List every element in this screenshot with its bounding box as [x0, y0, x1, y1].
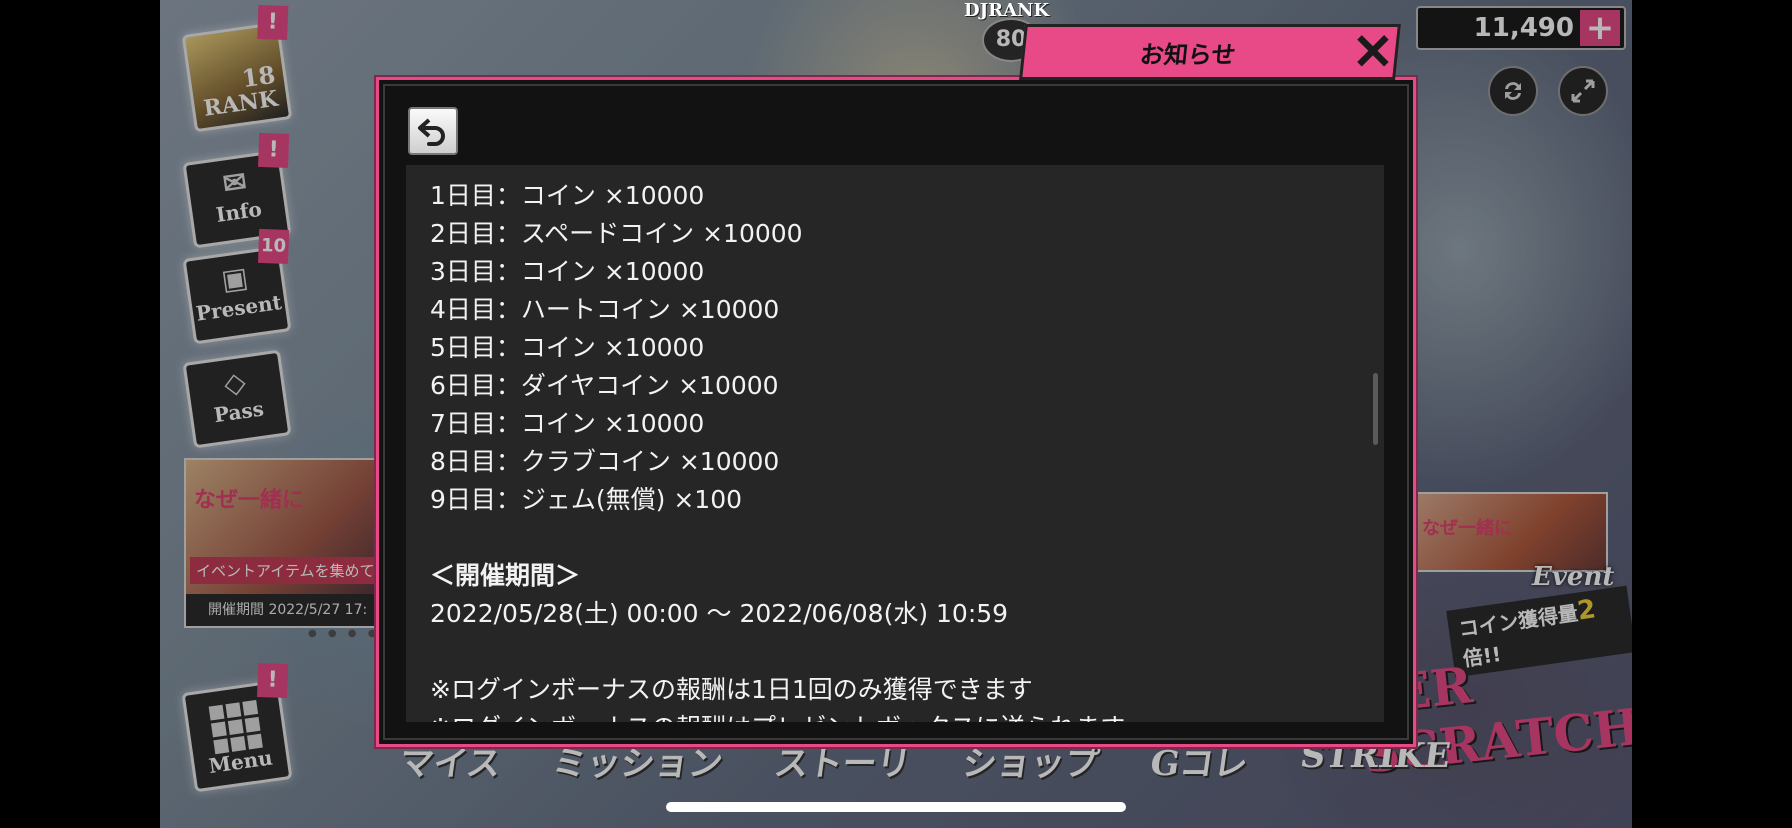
reward-line-day2: 2日目：スペードコイン ×10000	[430, 219, 803, 248]
reward-line-day4: 4日目：ハートコイン ×10000	[430, 295, 780, 324]
reward-line-day6: 6日目：ダイヤコイン ×10000	[430, 371, 779, 400]
reward-line-day8: 8日目：クラブコイン ×10000	[430, 447, 780, 476]
reward-line-day9: 9日目：ジェム(無償) ×100	[430, 485, 743, 514]
period-dates: 2022/05/28(土) 00:00 〜 2022/06/08(水) 10:5…	[430, 599, 1009, 628]
reward-line-day7: 7日目：コイン ×10000	[430, 409, 705, 438]
reward-line-day5: 5日目：コイン ×10000	[430, 333, 705, 362]
note-present-box: ※ログインボーナスの報酬はプレゼントボックスに送られます	[430, 709, 1360, 722]
note-once-per-day: ※ログインボーナスの報酬は1日1回のみ獲得できます	[430, 675, 1033, 704]
reward-line-day3: 3日目：コイン ×10000	[430, 257, 705, 286]
dialog-title-text: お知らせ	[1138, 40, 1237, 69]
back-button[interactable]	[408, 107, 458, 155]
home-indicator[interactable]	[666, 802, 1126, 812]
dialog-title: お知らせ	[1019, 24, 1401, 80]
dialog-header	[407, 108, 1387, 166]
content-scrollbar[interactable]	[1373, 373, 1378, 445]
close-button[interactable]: ✕	[1346, 26, 1398, 77]
period-heading: ＜開催期間＞	[430, 561, 581, 590]
djrank-label: DJRANK	[964, 0, 1050, 21]
back-arrow-icon	[418, 118, 445, 146]
notice-content[interactable]: 1日目：コイン ×10000 2日目：スペードコイン ×10000 3日目：コイ…	[406, 165, 1384, 722]
reward-line-day1: 1日目：コイン ×10000	[430, 181, 705, 210]
